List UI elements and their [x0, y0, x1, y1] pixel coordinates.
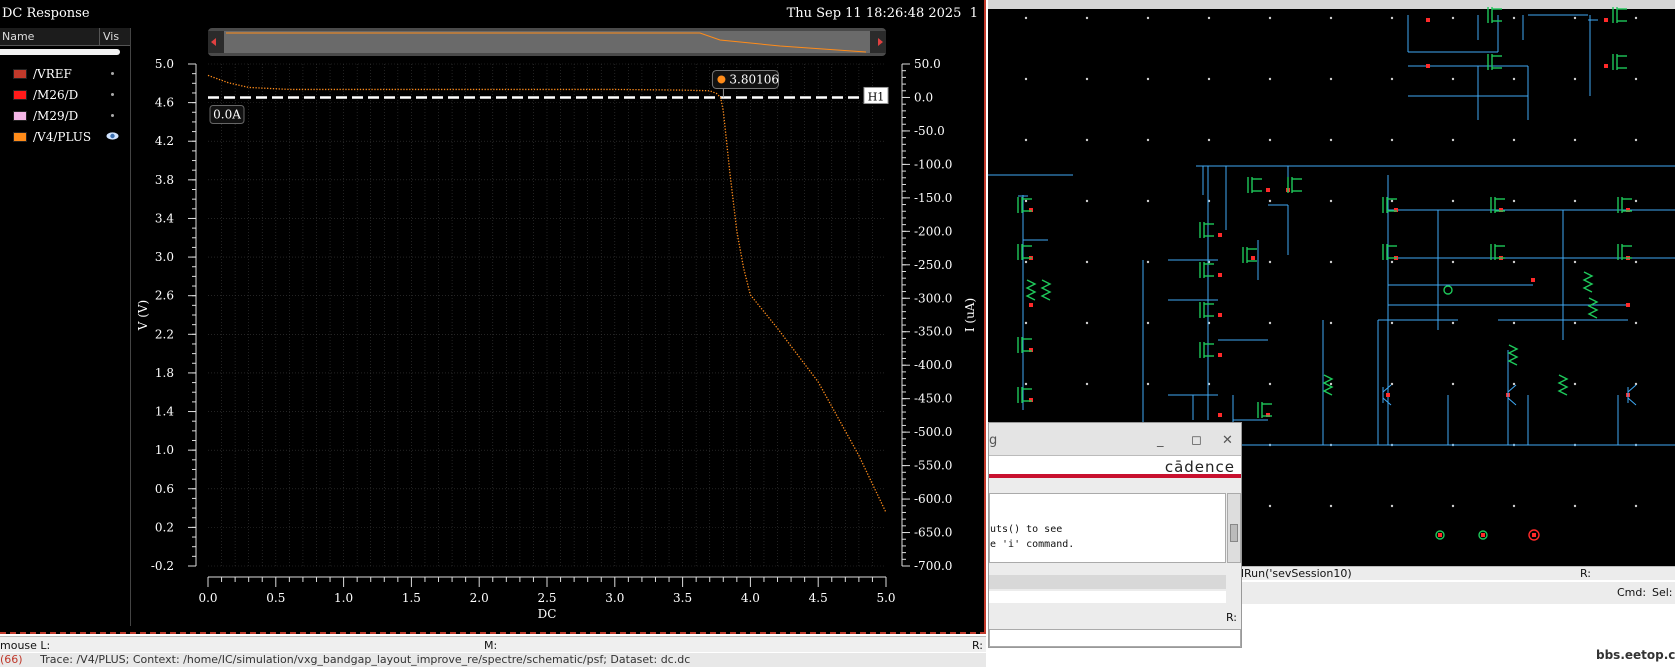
middle-status: M: [484, 639, 498, 652]
marker-dot-icon [717, 75, 726, 84]
x-tick-label: 2.5 [537, 591, 556, 605]
marker-value-label: 0.0A [213, 107, 241, 121]
x-tick-label: 3.5 [673, 591, 692, 605]
y-right-tick-label: -650.0 [914, 526, 952, 540]
cmd-label: Cmd: [1617, 586, 1647, 599]
ciw-output-line: e 'i' command. [990, 539, 1075, 550]
y-right-tick-label: -100.0 [914, 157, 952, 171]
plot-grid [208, 63, 886, 567]
y-right-tick-label: -200.0 [914, 224, 952, 238]
y-right-tick-label: 50.0 [914, 57, 941, 71]
y-left-tick-label: -0.2 [151, 559, 174, 573]
y-right-tick-label: -250.0 [914, 258, 952, 272]
y-right-tick-label: -400.0 [914, 358, 952, 372]
sel-label: Sel: [1652, 586, 1673, 599]
x-tick-label: 5.0 [876, 591, 895, 605]
y-right-tick-label: -450.0 [914, 392, 952, 406]
x-tick-label: 2.0 [470, 591, 489, 605]
y-right-tick-label: -600.0 [914, 492, 952, 506]
x-tick-label: 3.0 [605, 591, 624, 605]
y-left-tick-label: 5.0 [155, 57, 174, 71]
h1-label: H1 [868, 90, 885, 103]
y-left-tick-label: 4.6 [155, 96, 174, 110]
ciw-title-text: g [989, 433, 998, 448]
y-right-tick-label: 0.0 [914, 90, 933, 104]
overview-scroller [208, 28, 886, 56]
schematic-cmd-bar: Cmd: Sel: [1242, 582, 1675, 604]
y-left-tick-label: 1.4 [155, 405, 174, 419]
y-right-tick-label: -150.0 [914, 191, 952, 205]
y-left-tick-label: 1.0 [155, 443, 174, 457]
ciw-output-area: uts() to see e 'i' command. [989, 493, 1226, 563]
h1-marker-tag: H1 [863, 86, 889, 104]
marker-value-tag: 0.0A [209, 104, 245, 124]
right-status: R: [972, 639, 984, 652]
waveform-window: DC Response Thu Sep 11 18:26:48 2025 1 N… [0, 0, 986, 634]
minimize-icon[interactable]: _ [1157, 433, 1164, 448]
y-right-tick-label: -50.0 [914, 124, 945, 138]
maximize-icon[interactable]: ◻ [1191, 433, 1202, 448]
y-left-tick-label: 0.6 [155, 482, 174, 496]
y-right-tick-label: -550.0 [914, 459, 952, 473]
y-left-tick-label: 3.4 [155, 211, 174, 225]
y-right-tick-label: -700.0 [914, 559, 952, 573]
ciw-scrollbar[interactable] [1227, 493, 1241, 563]
y-right-tick-label: -500.0 [914, 425, 952, 439]
y-left-tick-label: 1.8 [155, 366, 174, 380]
ciw-output-line: uts() to see [990, 524, 1063, 535]
y-left-tick-label: 3.8 [155, 173, 174, 187]
waveform-status-bar: mouse L: M: R: [0, 636, 986, 652]
ciw-title-bar: g _ ◻ ✕ [989, 423, 1241, 456]
line-number: (66) [0, 653, 23, 666]
y-left-tick-label: 3.0 [155, 250, 174, 264]
y-right-tick-label: -300.0 [914, 291, 952, 305]
x-tick-label: 0.5 [266, 591, 285, 605]
ciw-horizontal-scrollbar[interactable] [989, 575, 1226, 589]
marker-readout: 3.80106 [729, 72, 779, 86]
mouse-status: mouse L: [0, 639, 51, 652]
close-icon[interactable]: ✕ [1222, 433, 1233, 448]
y-left-tick-label: 4.2 [155, 134, 174, 148]
cadence-logo: cādence [989, 456, 1241, 478]
ciw-bottom-field[interactable] [989, 629, 1241, 647]
y-left-axis-label: V (V) [136, 300, 150, 332]
y-left-tick-label: 2.6 [155, 289, 174, 303]
watermark: bbs.eetop.cn [1596, 648, 1675, 662]
x-tick-label: 1.0 [334, 591, 353, 605]
x-tick-label: 0.0 [198, 591, 217, 605]
plot-axes: 0.0 0.5 1.0 1.5 2.0 2.5 3.0 3.5 4.0 4.5 5.0 5.0 4.6 4… [136, 57, 977, 621]
x-axis-label: DC [538, 607, 557, 621]
point-marker: 3.80106 [711, 69, 779, 98]
y-left-tick-label: 2.2 [155, 327, 174, 341]
schematic-status-left: dRun('sevSession10) [1237, 567, 1352, 580]
ciw-input-field[interactable] [989, 591, 1226, 603]
y-right-axis-label: I (uA) [963, 298, 977, 332]
x-tick-label: 4.5 [809, 591, 828, 605]
y-left-tick-label: 0.2 [155, 520, 174, 534]
x-tick-label: 4.0 [741, 591, 760, 605]
trace-info-text: Trace: /V4/PLUS; Context: /home/IC/simul… [40, 653, 691, 666]
ciw-window: g _ ◻ ✕ cādence uts() to see e 'i' comma… [988, 422, 1242, 648]
trace-info-bar: (66) Trace: /V4/PLUS; Context: /home/IC/… [0, 653, 986, 667]
x-tick-label: 1.5 [402, 591, 421, 605]
dc-response-plot[interactable]: 0.0 0.5 1.0 1.5 2.0 2.5 3.0 3.5 4.0 4.5 5.0 5.0 4.6 4… [0, 0, 986, 634]
ciw-r-label: R: [1225, 611, 1237, 624]
y-right-tick-label: -350.0 [914, 325, 952, 339]
